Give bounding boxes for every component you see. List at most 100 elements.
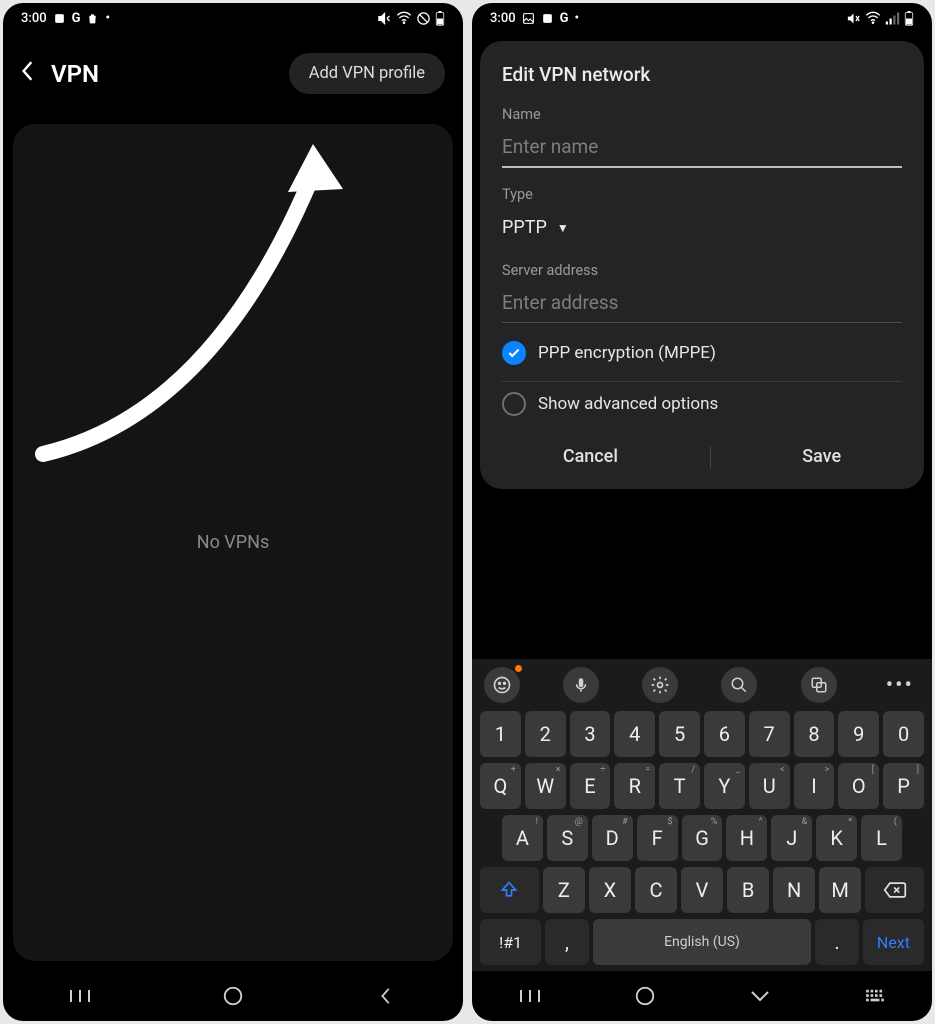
advanced-options-checkbox[interactable]: Show advanced options bbox=[502, 382, 902, 426]
ppp-encryption-checkbox[interactable]: PPP encryption (MPPE) bbox=[502, 331, 902, 375]
dialog-actions: Cancel Save bbox=[502, 426, 902, 477]
signal-icon bbox=[885, 11, 900, 26]
nav-keyboard-switch[interactable] bbox=[860, 981, 890, 1011]
key-y[interactable]: Y_ bbox=[704, 763, 745, 809]
nav-bar bbox=[3, 971, 463, 1021]
nav-home[interactable] bbox=[630, 981, 660, 1011]
status-bag-icon bbox=[86, 12, 99, 25]
nav-hide-keyboard[interactable] bbox=[745, 981, 775, 1011]
adv-label: Show advanced options bbox=[538, 394, 718, 414]
type-label: Type bbox=[502, 186, 902, 203]
nav-recents[interactable] bbox=[515, 981, 545, 1011]
key-d[interactable]: D# bbox=[592, 815, 633, 861]
mute-icon bbox=[846, 11, 861, 26]
status-time: 3:00 bbox=[21, 11, 47, 26]
key-z[interactable]: Z bbox=[543, 867, 585, 913]
checkbox-checked-icon bbox=[502, 341, 526, 365]
status-bar: 3:00 G • bbox=[3, 3, 463, 33]
type-select[interactable]: PPTP ▼ bbox=[502, 211, 902, 252]
key-1[interactable]: 1 bbox=[480, 711, 521, 757]
shift-key[interactable] bbox=[480, 867, 539, 913]
save-button[interactable]: Save bbox=[772, 436, 871, 477]
status-google-icon: G bbox=[72, 11, 81, 26]
key-r[interactable]: R= bbox=[614, 763, 655, 809]
keyboard-row-a: A!S@D#F$G%H^J&K*L( bbox=[476, 815, 928, 861]
add-vpn-profile-button[interactable]: Add VPN profile bbox=[289, 53, 445, 94]
key-f[interactable]: F$ bbox=[637, 815, 678, 861]
status-app-icon bbox=[53, 12, 66, 25]
key-s[interactable]: S@ bbox=[547, 815, 588, 861]
comma-key[interactable]: , bbox=[545, 919, 589, 965]
key-7[interactable]: 7 bbox=[749, 711, 790, 757]
key-u[interactable]: U< bbox=[749, 763, 790, 809]
symbols-key[interactable]: !#1 bbox=[480, 919, 541, 965]
checkbox-unchecked-icon bbox=[502, 392, 526, 416]
keyboard-row-q: Q+W×E÷R=T/Y_U<I>O[P] bbox=[476, 763, 928, 809]
key-4[interactable]: 4 bbox=[614, 711, 655, 757]
key-q[interactable]: Q+ bbox=[480, 763, 521, 809]
key-k[interactable]: K* bbox=[816, 815, 857, 861]
keyboard-search-button[interactable] bbox=[721, 667, 757, 703]
cancel-button[interactable]: Cancel bbox=[533, 436, 648, 477]
voice-input-button[interactable] bbox=[563, 667, 599, 703]
keyboard-toolbar: ••• bbox=[476, 663, 928, 705]
status-more-dot: • bbox=[105, 11, 110, 26]
key-8[interactable]: 8 bbox=[794, 711, 835, 757]
nav-back[interactable] bbox=[371, 981, 401, 1011]
key-v[interactable]: V bbox=[681, 867, 723, 913]
server-address-input[interactable] bbox=[502, 287, 902, 323]
soft-keyboard: ••• 1234567890 Q+W×E÷R=T/Y_U<I>O[P] A!S@… bbox=[472, 659, 932, 971]
status-app-icon bbox=[541, 12, 554, 25]
period-key[interactable]: . bbox=[815, 919, 859, 965]
nav-recents[interactable] bbox=[65, 981, 95, 1011]
key-x[interactable]: X bbox=[589, 867, 631, 913]
empty-state-text: No VPNs bbox=[197, 532, 270, 553]
key-o[interactable]: O[ bbox=[838, 763, 879, 809]
page-header: VPN Add VPN profile bbox=[3, 33, 463, 114]
key-0[interactable]: 0 bbox=[883, 711, 924, 757]
keyboard-row-bottom: !#1 , English (US) . Next bbox=[476, 919, 928, 965]
key-h[interactable]: H^ bbox=[726, 815, 767, 861]
key-3[interactable]: 3 bbox=[570, 711, 611, 757]
keyboard-row-z: ZXCVBNM bbox=[476, 867, 928, 913]
key-p[interactable]: P] bbox=[883, 763, 924, 809]
annotation-arrow bbox=[33, 134, 353, 484]
back-button[interactable] bbox=[21, 60, 35, 88]
action-separator bbox=[710, 446, 711, 468]
key-5[interactable]: 5 bbox=[659, 711, 700, 757]
key-c[interactable]: C bbox=[635, 867, 677, 913]
status-image-icon bbox=[522, 12, 535, 25]
key-l[interactable]: L( bbox=[861, 815, 902, 861]
translate-button[interactable] bbox=[801, 667, 837, 703]
key-6[interactable]: 6 bbox=[704, 711, 745, 757]
key-a[interactable]: A! bbox=[502, 815, 543, 861]
key-b[interactable]: B bbox=[727, 867, 769, 913]
status-more-dot: • bbox=[574, 11, 579, 26]
key-i[interactable]: I> bbox=[794, 763, 835, 809]
nav-home[interactable] bbox=[218, 981, 248, 1011]
name-input[interactable] bbox=[502, 131, 902, 168]
phone-left: 3:00 G • VPN Add VPN profile No VPNs bbox=[3, 3, 463, 1021]
mute-icon bbox=[377, 11, 392, 26]
key-g[interactable]: G% bbox=[682, 815, 723, 861]
space-key[interactable]: English (US) bbox=[593, 919, 811, 965]
wifi-icon bbox=[865, 10, 881, 26]
key-e[interactable]: E÷ bbox=[570, 763, 611, 809]
key-w[interactable]: W× bbox=[525, 763, 566, 809]
emoji-button[interactable] bbox=[484, 667, 520, 703]
key-t[interactable]: T/ bbox=[659, 763, 700, 809]
name-label: Name bbox=[502, 106, 902, 123]
keyboard-settings-button[interactable] bbox=[642, 667, 678, 703]
key-j[interactable]: J& bbox=[771, 815, 812, 861]
chevron-down-icon: ▼ bbox=[557, 221, 569, 235]
key-m[interactable]: M bbox=[819, 867, 861, 913]
vpn-list-card: No VPNs bbox=[13, 124, 453, 961]
key-n[interactable]: N bbox=[773, 867, 815, 913]
next-key[interactable]: Next bbox=[863, 919, 924, 965]
key-2[interactable]: 2 bbox=[525, 711, 566, 757]
keyboard-more-button[interactable]: ••• bbox=[880, 673, 920, 698]
backspace-key[interactable] bbox=[865, 867, 924, 913]
status-time: 3:00 bbox=[490, 11, 516, 26]
key-9[interactable]: 9 bbox=[838, 711, 879, 757]
type-value: PPTP bbox=[502, 217, 547, 238]
